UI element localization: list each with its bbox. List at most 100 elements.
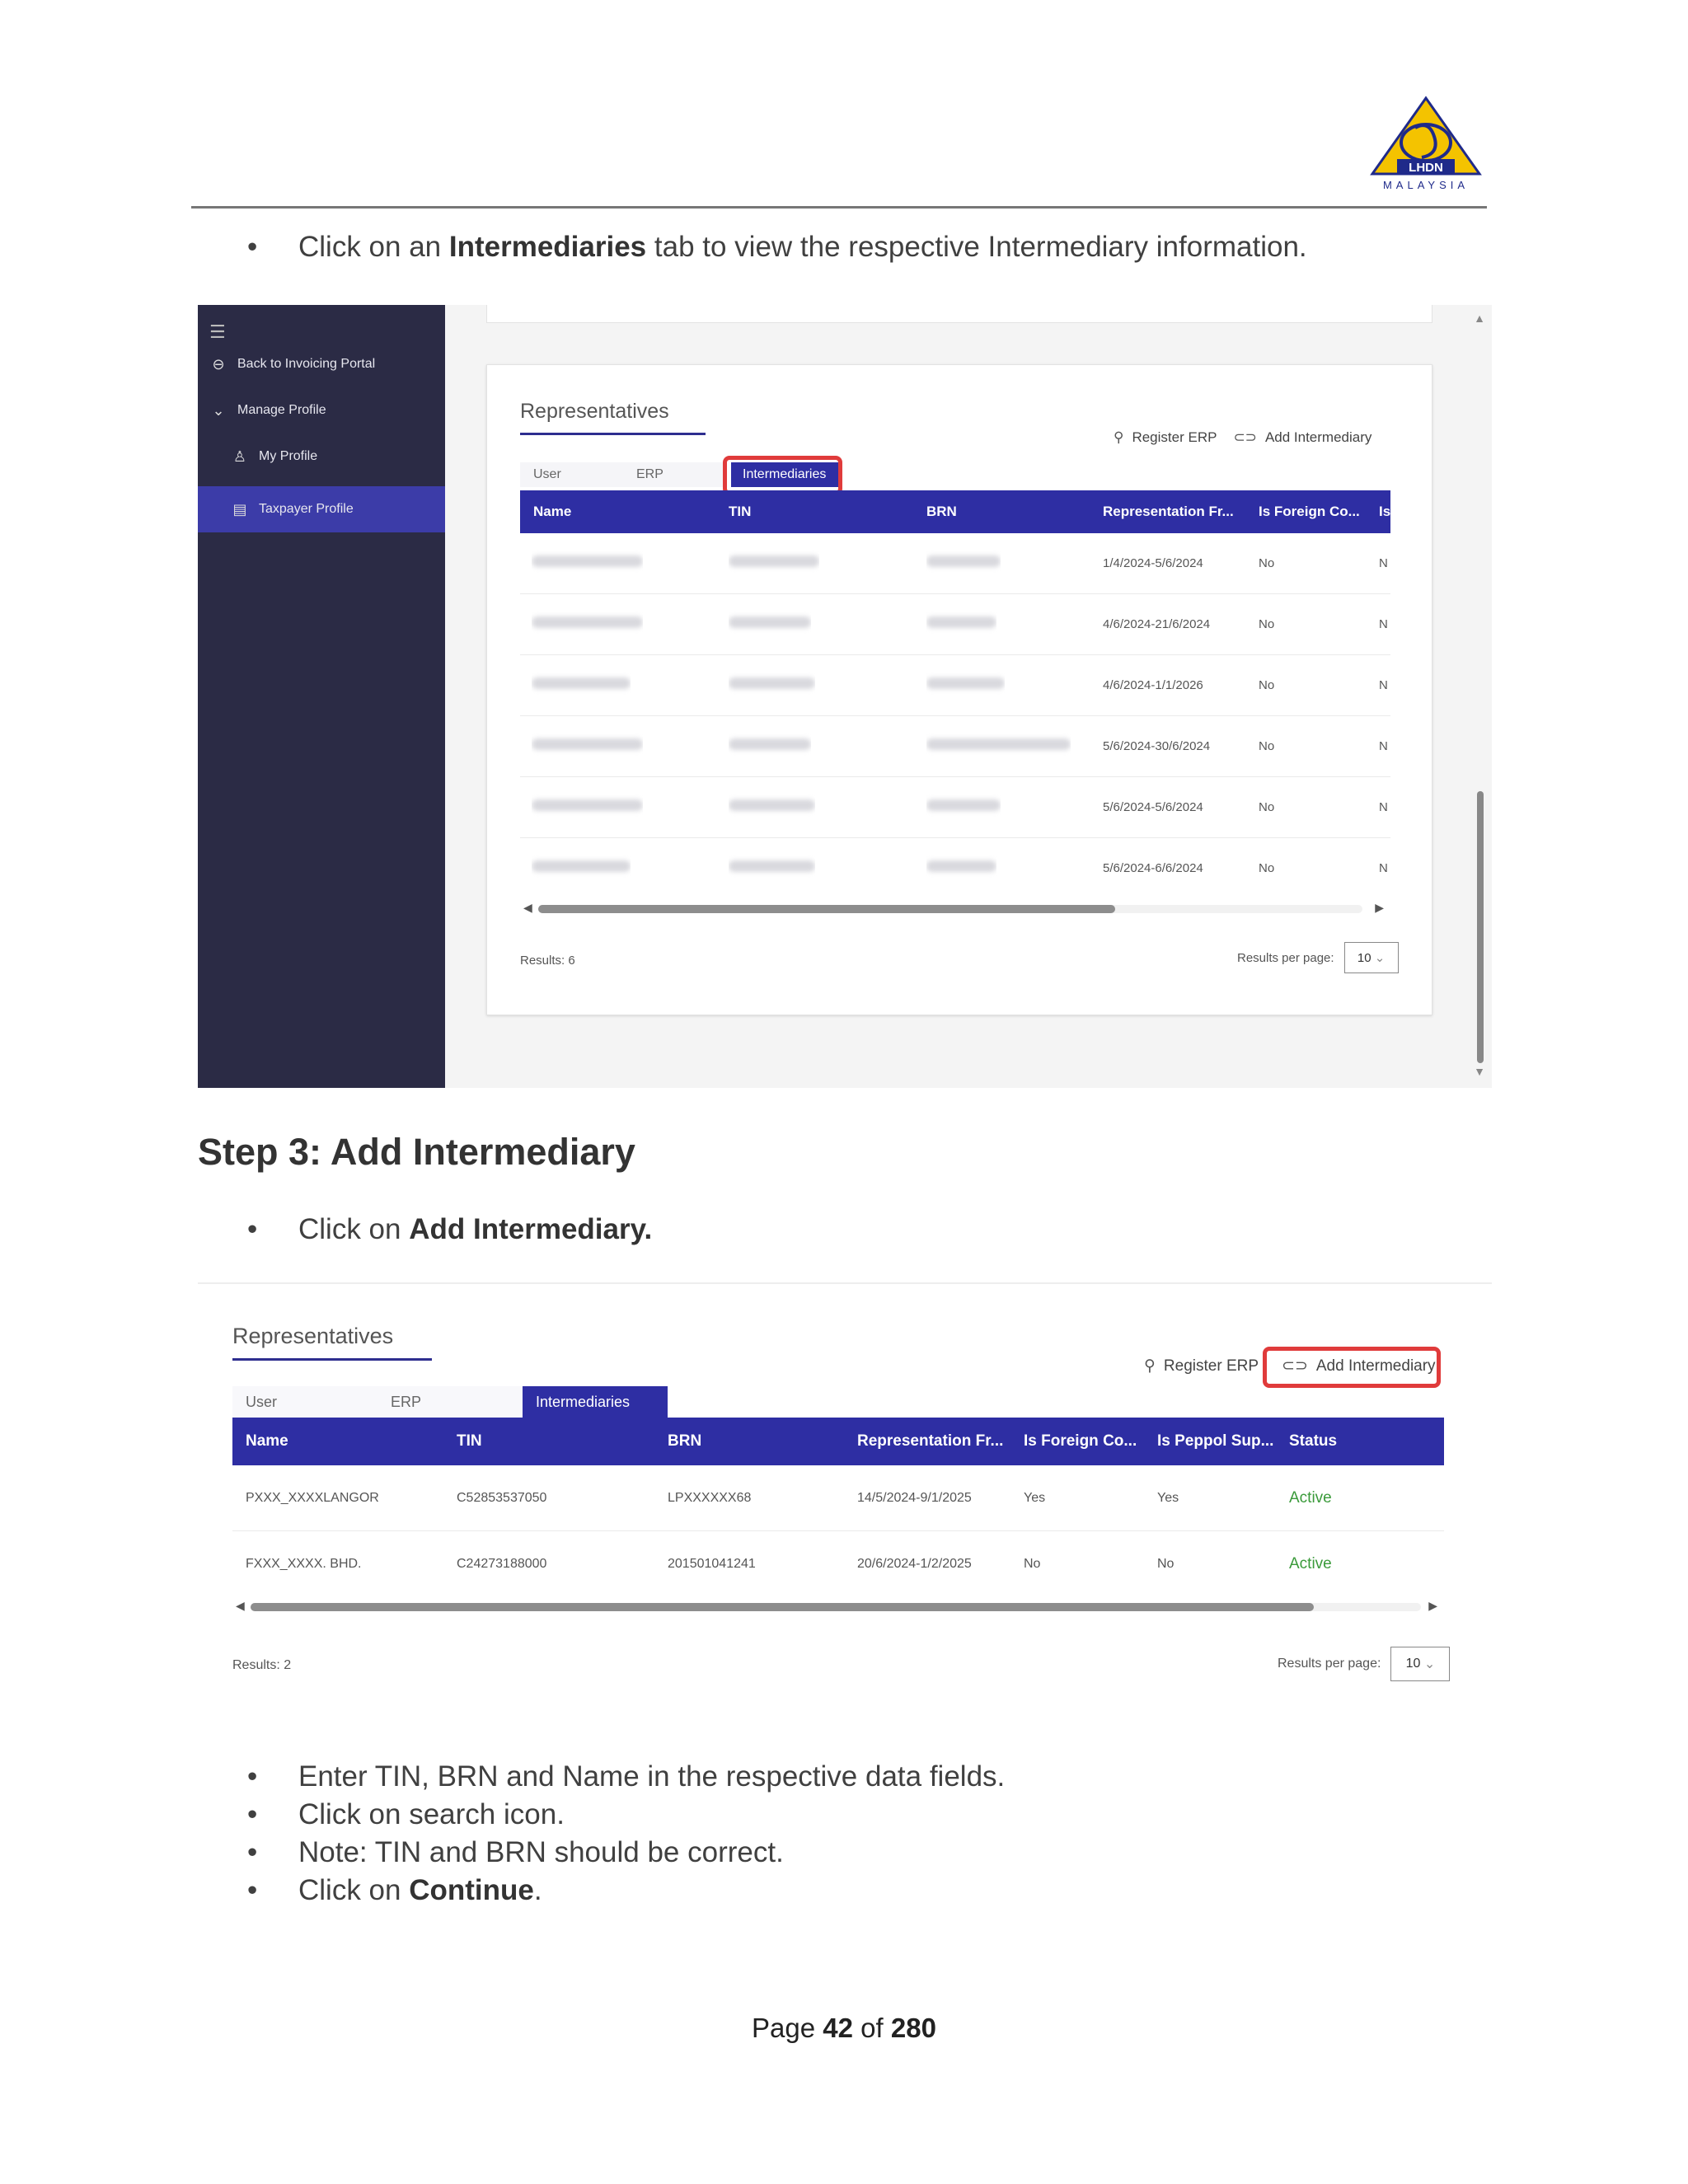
table-header: Name TIN BRN Representation Fr... Is For… [520,490,1390,533]
table-row[interactable]: 4/6/2024-1/1/2026 No N [520,655,1390,716]
tab-user[interactable]: User [232,1386,377,1418]
instruction-text: Click on search icon. [298,1798,565,1830]
horizontal-scrollbar[interactable]: ◀ ▶ [232,1599,1444,1615]
period-cell: 20/6/2024-1/2/2025 [857,1557,972,1571]
truncated-cell: N [1379,861,1388,875]
truncated-cell: N [1379,800,1388,814]
sidebar-item-back-to-invoicing-portal[interactable]: ⊖ Back to Invoicing Portal [198,341,445,387]
tab-erp[interactable]: ERP [377,1386,523,1418]
foreign-cell: No [1259,861,1275,875]
column-header-name[interactable]: Name [533,490,571,533]
logo-subtext: MALAYSIA [1383,179,1469,191]
column-header-representation[interactable]: Representation Fr... [1103,490,1234,533]
column-header-brn[interactable]: BRN [926,490,957,533]
table-row[interactable]: 5/6/2024-30/6/2024 No N [520,716,1390,777]
screenshot-intermediaries-tab: ☰ ⊖ Back to Invoicing Portal ⌄ Manage Pr… [198,305,1492,1088]
scroll-left-arrow-icon[interactable]: ◀ [523,901,532,915]
peppol-cell: Yes [1157,1491,1179,1505]
table-row[interactable]: FXXX_XXXX. BHD. C24273188000 20150104124… [232,1531,1444,1597]
link-icon: ⚲ [1144,1357,1156,1375]
tin-cell-blurred [729,777,815,838]
tab-user[interactable]: User [520,462,623,487]
status-badge: Active [1289,1555,1332,1572]
name-cell: PXXX_XXXXLANGOR [246,1491,379,1505]
peppol-cell: No [1157,1557,1175,1571]
column-header-is-foreign[interactable]: Is Foreign Co... [1259,490,1360,533]
period-cell: 5/6/2024-30/6/2024 [1103,739,1211,753]
column-header-is-foreign[interactable]: Is Foreign Co... [1024,1418,1137,1465]
tin-cell: C52853537050 [457,1491,547,1505]
tin-cell-blurred [729,594,811,655]
scrollbar-thumb[interactable] [251,1603,1314,1611]
table-row[interactable]: 1/4/2024-5/6/2024 No N [520,533,1390,594]
results-per-page-label: Results per page: [1278,1657,1381,1671]
scroll-right-arrow-icon[interactable]: ▶ [1428,1599,1437,1613]
results-per-page-value: 10 [1357,950,1372,965]
scrollbar-thumb[interactable] [538,905,1115,913]
chevron-down-icon: ⌄ [1374,951,1386,965]
name-cell-blurred [532,716,643,777]
brn-cell: LPXXXXXX68 [668,1491,752,1505]
column-header-tin[interactable]: TIN [457,1418,482,1465]
vertical-scrollbar-thumb[interactable] [1477,791,1484,1063]
bullet-dot: • [247,1874,258,1906]
instruction-text: Click on Continue. [298,1874,542,1906]
column-header-brn[interactable]: BRN [668,1418,701,1465]
hamburger-icon[interactable]: ☰ [209,321,226,343]
table-row[interactable]: 4/6/2024-21/6/2024 No N [520,594,1390,655]
page-number: Page 42 of 280 [752,2013,936,2043]
period-cell: 5/6/2024-6/6/2024 [1103,861,1203,875]
name-cell: FXXX_XXXX. BHD. [246,1557,362,1571]
top-divider [198,1282,1492,1284]
status-badge: Active [1289,1489,1332,1507]
scroll-down-arrow-icon[interactable]: ▼ [1474,1065,1485,1078]
scroll-left-arrow-icon[interactable]: ◀ [236,1599,245,1613]
scroll-right-arrow-icon[interactable]: ▶ [1375,901,1384,915]
period-cell: 4/6/2024-1/1/2026 [1103,678,1203,692]
step-bullet-text: Click on Add Intermediary. [298,1213,653,1245]
bullet-dot: • [247,1213,258,1245]
truncated-cell: N [1379,739,1388,753]
horizontal-scrollbar[interactable]: ◀ ▶ [520,901,1390,917]
table-row[interactable]: 5/6/2024-6/6/2024 No N [520,838,1390,899]
bullet-dot: • [247,1760,258,1793]
tab-erp[interactable]: ERP [623,462,726,487]
table-row[interactable]: 5/6/2024-5/6/2024 No N [520,777,1390,838]
results-per-page-select[interactable]: 10 ⌄ [1390,1647,1451,1681]
foreign-cell: No [1259,617,1275,631]
scroll-up-arrow-icon[interactable]: ▲ [1474,312,1485,325]
column-header-tin[interactable]: TIN [729,490,751,533]
column-header-is-peppol[interactable]: Is Peppol Sup... [1157,1418,1273,1465]
sidebar-item-manage-profile[interactable]: ⌄ Manage Profile [198,387,445,434]
header-divider [191,206,1487,209]
column-header-representation[interactable]: Representation Fr... [857,1418,1003,1465]
column-header-status[interactable]: Status [1289,1418,1337,1465]
chain-link-icon: ⊂⊃ [1233,429,1257,445]
link-icon: ⚲ [1114,429,1124,445]
column-header-is[interactable]: Is [1379,490,1390,533]
sidebar-item-my-profile[interactable]: ♙ My Profile [198,434,445,480]
document-icon: ▤ [232,500,247,518]
period-cell: 14/5/2024-9/1/2025 [857,1491,972,1505]
column-header-name[interactable]: Name [246,1418,288,1465]
previous-card [486,305,1432,323]
representatives-tabs: User ERP Intermediaries [232,1386,668,1418]
sidebar-item-taxpayer-profile[interactable]: ▤ Taxpayer Profile [198,486,445,532]
name-cell-blurred [532,533,643,594]
results-count: Results: 6 [520,954,575,968]
foreign-cell: No [1259,556,1275,570]
results-per-page-select[interactable]: 10 ⌄ [1343,942,1399,973]
results-per-page-label: Results per page: [1237,950,1334,965]
title-underline [520,433,706,435]
results-per-page-value: 10 [1405,1657,1421,1671]
register-erp-link[interactable]: ⚲ Register ERP [1114,429,1217,446]
name-cell-blurred [532,594,643,655]
tab-intermediaries[interactable]: Intermediaries [523,1386,668,1418]
foreign-cell: Yes [1024,1491,1046,1505]
add-intermediary-link[interactable]: ⊂⊃ Add Intermediary [1233,429,1372,446]
highlight-box [723,456,842,495]
table-row[interactable]: PXXX_XXXXLANGOR C52853537050 LPXXXXXX68 … [232,1465,1444,1531]
name-cell-blurred [532,777,643,838]
register-erp-link[interactable]: ⚲ Register ERP [1144,1357,1259,1376]
results-per-page: Results per page: 10 ⌄ [1278,1647,1451,1681]
